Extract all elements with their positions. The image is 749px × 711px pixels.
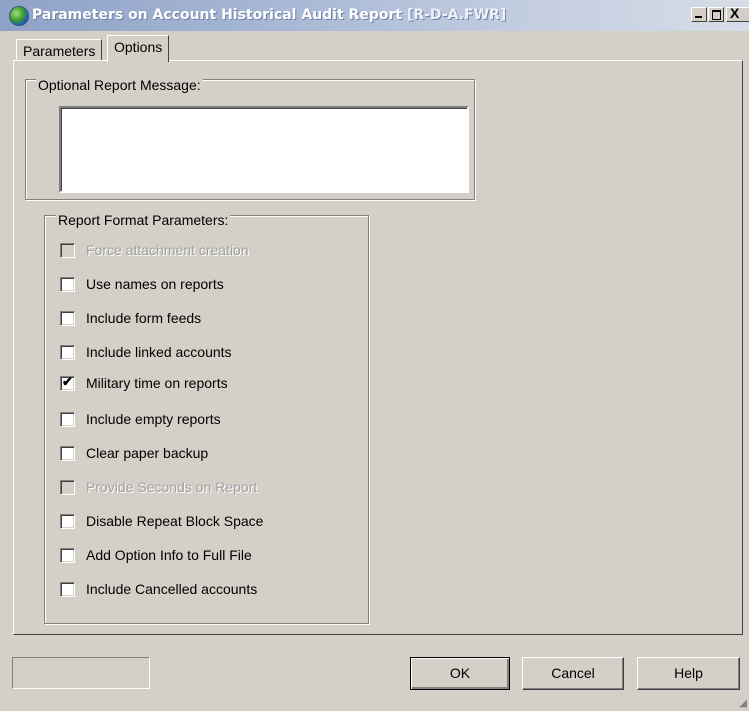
checkmark-icon: ✔ (62, 374, 73, 389)
checkbox-label: Add Option Info to Full File (86, 547, 252, 563)
checkbox-label: Force attachment creation (86, 242, 249, 258)
window-title-text: Parameters on Account Historical Audit R… (32, 7, 403, 23)
report-format-parameters-label: Report Format Parameters: (56, 212, 231, 228)
tab-options[interactable]: Options (107, 35, 170, 62)
close-button[interactable]: X (726, 5, 749, 22)
checkbox[interactable] (60, 277, 75, 292)
ok-button[interactable]: OK (410, 657, 510, 690)
checkbox[interactable] (60, 345, 75, 360)
close-icon: X (730, 5, 740, 21)
report-message-textarea[interactable] (59, 106, 469, 193)
checkbox[interactable] (60, 311, 75, 326)
window-title-file: [R-D-A.FWR] (406, 7, 507, 23)
help-button[interactable]: Help (637, 657, 740, 690)
checkbox[interactable] (60, 412, 75, 427)
optional-report-message-label: Optional Report Message: (36, 77, 203, 93)
checkbox-label: Include linked accounts (86, 344, 232, 360)
cancel-button[interactable]: Cancel (522, 657, 624, 690)
checkbox[interactable] (60, 480, 75, 495)
checkbox-label: Include form feeds (86, 310, 202, 326)
maximize-button[interactable] (708, 7, 724, 22)
checkbox-label: Clear paper backup (86, 445, 209, 461)
checkbox-checked[interactable]: ✔ (60, 374, 75, 391)
window-title: Parameters on Account Historical Audit R… (32, 7, 506, 23)
resize-grip-icon[interactable]: ◢ (739, 698, 747, 709)
minimize-button[interactable] (691, 7, 707, 22)
checkbox-label: Include Cancelled accounts (86, 581, 258, 597)
checkbox-label: Military time on reports (86, 375, 228, 391)
checkbox[interactable] (60, 243, 75, 258)
checkbox[interactable] (60, 582, 75, 597)
checkbox-label: Disable Repeat Block Space (86, 513, 264, 529)
checkbox[interactable] (60, 514, 75, 529)
status-panel (12, 657, 150, 689)
globe-icon (10, 7, 28, 25)
checkbox-label: Include empty reports (86, 411, 221, 427)
checkbox[interactable] (60, 548, 75, 563)
tab-parameters[interactable]: Parameters (16, 39, 103, 61)
checkbox-label: Provide Seconds on Report (86, 479, 258, 495)
checkbox-label: Use names on reports (86, 276, 224, 292)
title-bar[interactable]: Parameters on Account Historical Audit R… (0, 0, 749, 31)
checkbox[interactable] (60, 446, 75, 461)
